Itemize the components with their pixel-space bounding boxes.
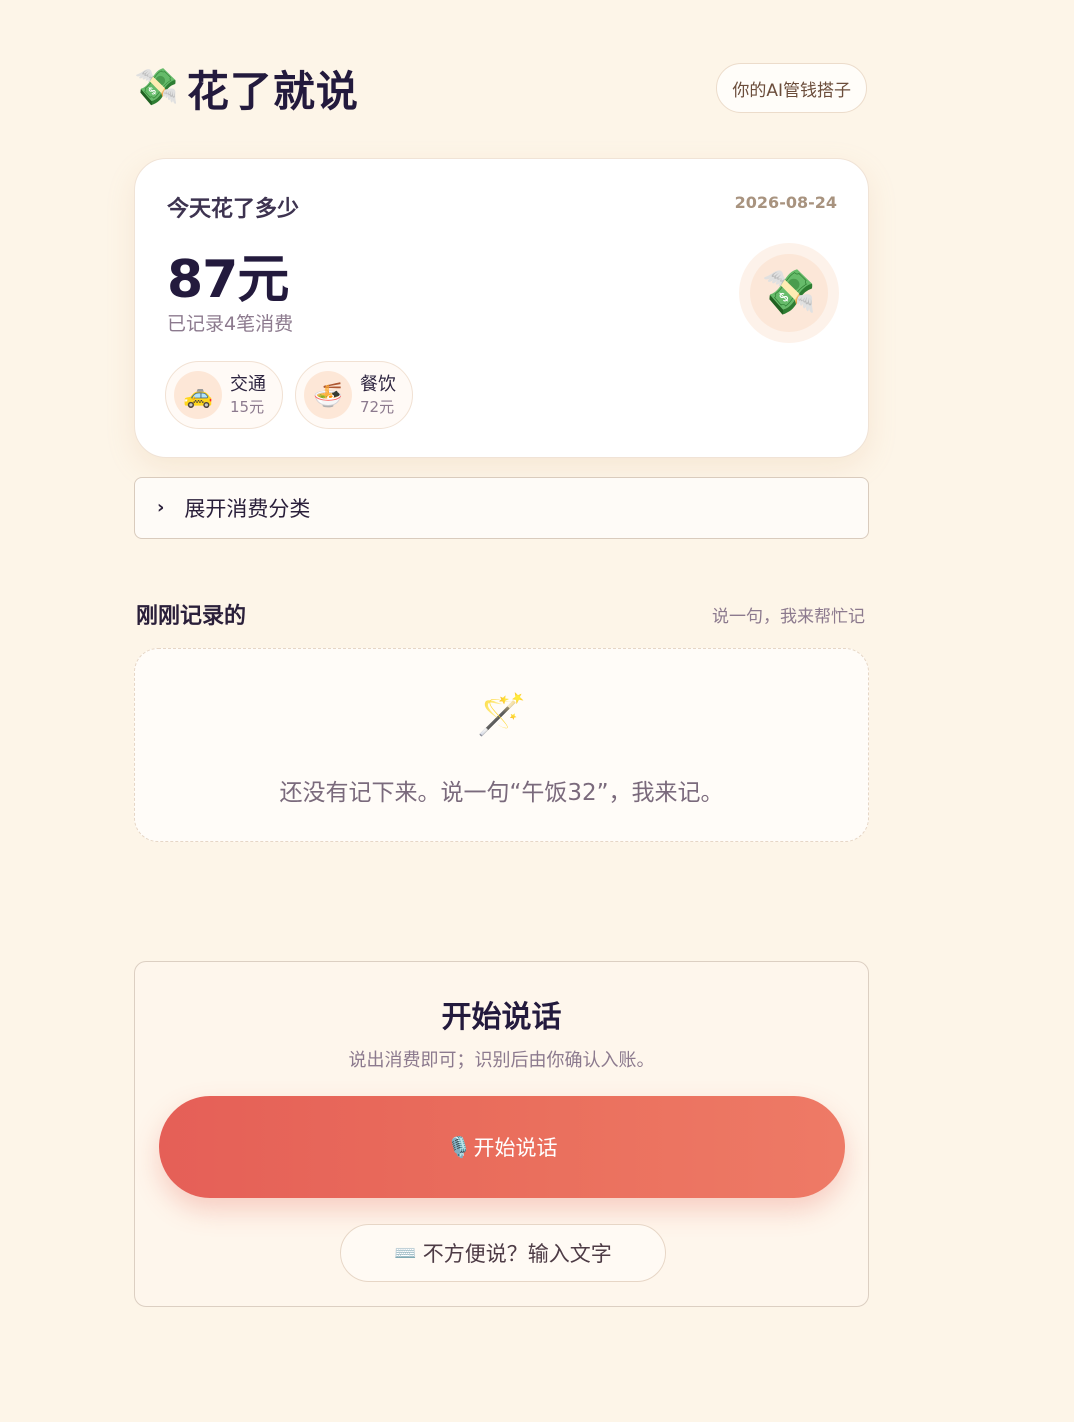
chevron-right-icon: › [157,496,165,518]
recent-section-title: 刚刚记录的 [136,604,247,629]
empty-state-text: 还没有记下来。说一句“午饭32”，我来记。 [279,780,724,806]
app-title: 💸 花了就说 [134,60,359,116]
category-chip-dining[interactable]: 🍜 餐饮 72元 [295,361,413,429]
money-with-wings-icon: 💸 [134,67,179,108]
category-name: 交通 [230,374,266,395]
type-text-button[interactable]: ⌨️ 不方便说？输入文字 [340,1224,666,1282]
tagline-badge: 你的AI管钱搭子 [716,63,867,113]
money-badge: 💸 [739,243,839,343]
today-label: 今天花了多少 [167,197,300,222]
noodle-bowl-icon: 🍜 [304,371,352,419]
type-text-label: 不方便说？输入文字 [422,1242,612,1266]
start-speaking-button[interactable]: 🎙️ 开始说话 [159,1096,845,1198]
today-amount: 87元 [167,250,289,310]
voice-card-title: 开始说话 [441,1000,562,1035]
recent-empty-state: 🪄 还没有记下来。说一句“午饭32”，我来记。 [134,648,869,842]
header: 💸 花了就说 你的AI管钱搭子 [134,60,869,116]
record-count: 已记录4笔消费 [167,313,294,335]
magic-wand-icon: 🪄 [476,692,527,738]
expand-categories-label: 展开消费分类 [184,497,311,521]
voice-card-subtitle: 说出消费即可；识别后由你确认入账。 [348,1050,655,1071]
microphone-icon: 🎙️ [446,1135,472,1159]
category-chips: 🚕 交通 15元 🍜 餐饮 72元 [165,361,413,429]
taxi-icon: 🚕 [174,371,222,419]
recent-section-hint: 说一句，我来帮忙记 [712,607,865,627]
today-date: 2026-08-24 [734,193,837,212]
category-name: 餐饮 [360,374,396,395]
category-amount: 15元 [230,398,265,416]
start-speaking-label: 开始说话 [473,1136,558,1160]
category-amount: 72元 [360,398,395,416]
today-summary-card: 今天花了多少 2026-08-24 87元 已记录4笔消费 💸 🚕 交通 15元… [134,158,869,458]
app-title-text: 花了就说 [186,66,359,116]
category-chip-transport[interactable]: 🚕 交通 15元 [165,361,283,429]
voice-input-card: 开始说话 说出消费即可；识别后由你确认入账。 🎙️ 开始说话 ⌨️ 不方便说？输… [134,961,869,1307]
expand-categories-toggle[interactable]: › 展开消费分类 [134,477,869,539]
money-with-wings-icon: 💸 [750,254,828,332]
keyboard-icon: ⌨️ [394,1242,417,1264]
